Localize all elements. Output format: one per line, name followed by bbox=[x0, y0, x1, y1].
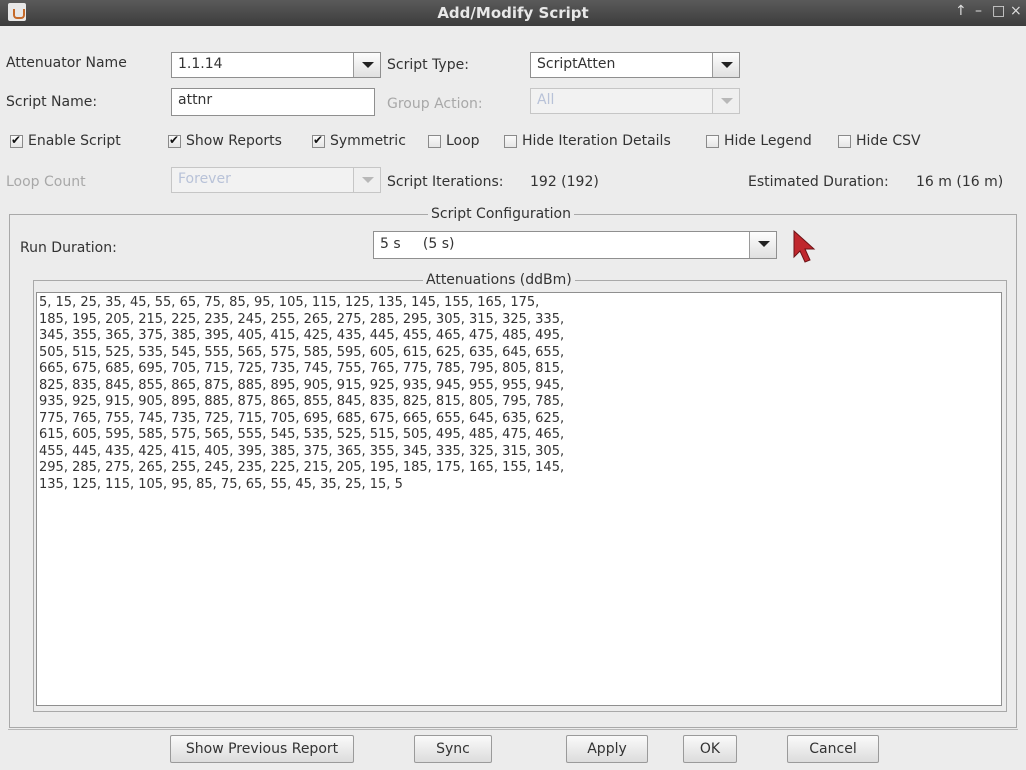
checkbox-label: Hide Iteration Details bbox=[522, 133, 671, 149]
script-type-label: Script Type: bbox=[387, 57, 469, 73]
script-name-input[interactable]: attnr bbox=[171, 88, 375, 116]
group-action-label: Group Action: bbox=[387, 96, 483, 112]
symmetric-checkbox[interactable]: Symmetric bbox=[312, 133, 406, 149]
mouse-pointer-icon bbox=[793, 229, 816, 263]
attenuation-line: 825, 835, 845, 855, 865, 875, 885, 895, … bbox=[39, 377, 565, 393]
attenuation-line: 505, 515, 525, 535, 545, 555, 565, 575, … bbox=[39, 344, 565, 360]
cancel-button[interactable]: Cancel bbox=[787, 735, 879, 763]
script-name-label: Script Name: bbox=[6, 94, 98, 110]
loop-checkbox[interactable]: Loop bbox=[428, 133, 480, 149]
attenuation-line: 345, 355, 365, 375, 385, 395, 405, 415, … bbox=[39, 328, 565, 343]
checkbox-checked-icon bbox=[10, 133, 23, 148]
show-reports-checkbox[interactable]: Show Reports bbox=[168, 133, 282, 149]
run-duration-label: Run Duration: bbox=[20, 240, 117, 256]
checkbox-label: Symmetric bbox=[330, 133, 406, 149]
attenuation-line: 185, 195, 205, 215, 225, 235, 245, 255, … bbox=[39, 311, 565, 327]
attenuation-line: 775, 765, 755, 745, 735, 725, 715, 705, … bbox=[39, 410, 565, 426]
checkbox-unchecked-icon bbox=[428, 134, 441, 148]
pin-icon[interactable]: ↑ bbox=[955, 3, 967, 19]
window-title: Add/Modify Script bbox=[437, 4, 589, 22]
hide-iteration-details-checkbox[interactable]: Hide Iteration Details bbox=[504, 133, 671, 149]
chevron-down-icon[interactable] bbox=[712, 53, 739, 77]
attenuations-title: Attenuations (ddBm) bbox=[423, 272, 575, 288]
attenuator-name-value: 1.1.14 bbox=[178, 56, 223, 72]
attenuations-textarea[interactable]: 5, 15, 25, 35, 45, 55, 65, 75, 85, 95, 1… bbox=[36, 292, 1002, 706]
checkbox-label: Show Reports bbox=[186, 133, 282, 149]
checkbox-checked-icon bbox=[312, 133, 325, 148]
chevron-down-icon[interactable] bbox=[712, 89, 739, 113]
attenuation-line: 5, 15, 25, 35, 45, 55, 65, 75, 85, 95, 1… bbox=[39, 295, 540, 310]
loop-count-value: Forever bbox=[178, 171, 231, 187]
ok-button[interactable]: OK bbox=[683, 735, 737, 763]
attenuation-line: 665, 675, 685, 695, 705, 715, 725, 735, … bbox=[39, 361, 565, 376]
run-duration-combo[interactable]: 5 s (5 s) bbox=[373, 231, 777, 259]
loop-count-label: Loop Count bbox=[6, 174, 86, 190]
run-duration-value: 5 s (5 s) bbox=[380, 236, 455, 252]
checkbox-label: Hide Legend bbox=[724, 133, 812, 149]
script-configuration-title: Script Configuration bbox=[428, 206, 574, 222]
hide-legend-checkbox[interactable]: Hide Legend bbox=[706, 133, 812, 149]
checkbox-label: Loop bbox=[446, 133, 480, 149]
attenuator-name-label: Attenuator Name bbox=[6, 55, 127, 71]
checkbox-unchecked-icon bbox=[706, 134, 719, 148]
group-action-value: All bbox=[537, 92, 555, 108]
minimize-icon[interactable]: – bbox=[975, 3, 982, 19]
attenuation-line: 295, 285, 275, 265, 255, 245, 235, 225, … bbox=[39, 460, 565, 475]
attenuation-line: 935, 925, 915, 905, 895, 885, 875, 865, … bbox=[39, 394, 565, 409]
chevron-down-icon[interactable] bbox=[749, 232, 776, 258]
checkbox-unchecked-icon bbox=[504, 134, 517, 148]
maximize-icon[interactable]: □ bbox=[992, 3, 1005, 19]
apply-button[interactable]: Apply bbox=[566, 735, 648, 763]
sync-button[interactable]: Sync bbox=[414, 735, 492, 763]
estimated-duration-label: Estimated Duration: bbox=[748, 174, 889, 190]
checkbox-label: Enable Script bbox=[28, 133, 121, 149]
checkbox-unchecked-icon bbox=[838, 134, 851, 148]
script-iterations-value: 192 (192) bbox=[530, 174, 599, 190]
close-icon[interactable]: × bbox=[1010, 3, 1022, 19]
enable-script-checkbox[interactable]: Enable Script bbox=[10, 133, 121, 149]
script-type-combo[interactable]: ScriptAtten bbox=[530, 52, 740, 78]
loop-count-combo[interactable]: Forever bbox=[171, 167, 381, 193]
attenuator-name-combo[interactable]: 1.1.14 bbox=[171, 52, 381, 78]
attenuation-line: 615, 605, 595, 585, 575, 565, 555, 545, … bbox=[39, 427, 565, 442]
hide-csv-checkbox[interactable]: Hide CSV bbox=[838, 133, 921, 149]
title-bar: Add/Modify Script ↑ – □ × bbox=[0, 0, 1026, 26]
chevron-down-icon[interactable] bbox=[353, 53, 380, 77]
attenuation-line: 455, 445, 435, 425, 415, 405, 395, 385, … bbox=[39, 443, 565, 459]
chevron-down-icon[interactable] bbox=[353, 168, 380, 192]
attenuation-line: 135, 125, 115, 105, 95, 85, 75, 65, 55, … bbox=[39, 476, 403, 492]
checkbox-label: Hide CSV bbox=[856, 133, 921, 149]
group-action-combo[interactable]: All bbox=[530, 88, 740, 114]
separator bbox=[8, 729, 1018, 730]
checkbox-checked-icon bbox=[168, 133, 181, 148]
script-iterations-label: Script Iterations: bbox=[387, 174, 504, 190]
script-type-value: ScriptAtten bbox=[537, 56, 616, 72]
show-previous-report-button[interactable]: Show Previous Report bbox=[170, 735, 354, 763]
estimated-duration-value: 16 m (16 m) bbox=[916, 174, 1004, 190]
